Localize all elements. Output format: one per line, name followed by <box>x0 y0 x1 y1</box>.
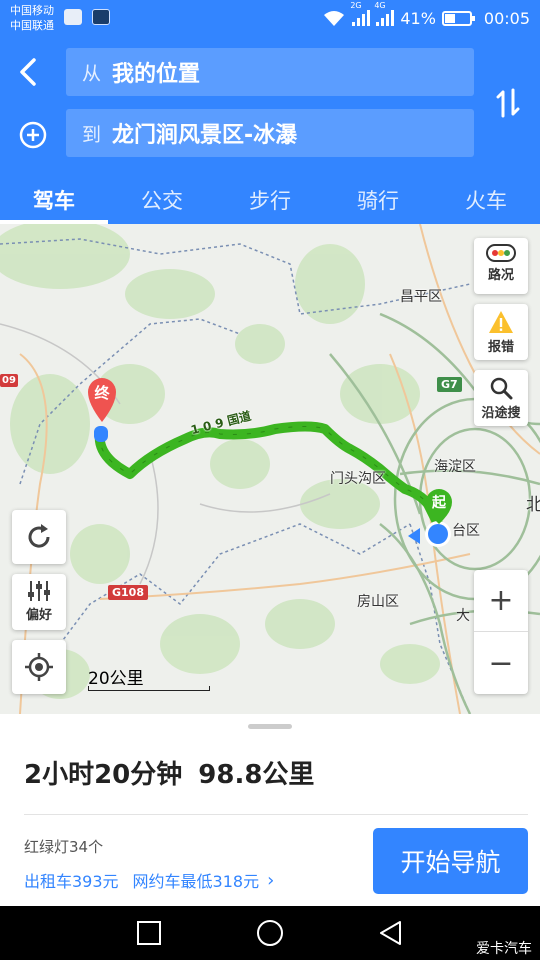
destination-field[interactable]: 到 龙门涧风景区-冰瀑 <box>66 109 474 157</box>
label-daxing: 大 <box>456 608 470 624</box>
battery-percent: 41% <box>400 8 436 28</box>
start-marker-label: 起 <box>432 495 446 511</box>
search-along-button[interactable]: 沿途搜 <box>474 370 528 426</box>
route-duration: 2小时20分钟 <box>24 760 183 790</box>
label-haidian: 海淀区 <box>434 459 476 475</box>
status-icons: 2G 4G 41% 00:05 <box>322 0 530 36</box>
report-label: 报错 <box>487 340 514 355</box>
route-preference-button[interactable]: 偏好 <box>12 574 66 630</box>
destination-prefix: 到 <box>82 123 102 146</box>
clock: 00:05 <box>483 8 530 28</box>
road-badge-g108: G108 <box>108 585 148 600</box>
sliders-icon <box>28 581 50 601</box>
back-icon[interactable] <box>378 920 404 948</box>
fare-info[interactable]: 出租车393元 网约车最低318元 › <box>24 868 274 892</box>
swap-icon[interactable] <box>496 86 520 120</box>
back-arrow-icon[interactable] <box>14 54 44 90</box>
warning-icon <box>489 311 513 333</box>
carrier-info: 中国移动 中国联通 <box>10 3 54 33</box>
tab-transit[interactable]: 公交 <box>108 182 216 224</box>
add-waypoint-icon[interactable] <box>16 118 50 152</box>
recent-apps-icon[interactable] <box>136 920 162 946</box>
network-type-label: 2G <box>350 1 362 10</box>
label-mentougou: 门头沟区 <box>330 471 386 487</box>
zoom-controls: + − <box>474 570 528 694</box>
zoom-in-button[interactable]: + <box>474 570 528 632</box>
notification-app-icon-2 <box>92 9 110 25</box>
route-summary-panel: 2小时20分钟 98.8公里 红绿灯34个 出租车393元 网约车最低318元 ›… <box>0 714 540 906</box>
divider <box>24 814 528 815</box>
traffic-button[interactable]: 路况 <box>474 238 528 294</box>
search-along-label: 沿途搜 <box>481 406 521 421</box>
locate-icon <box>25 653 53 681</box>
label-fangshan: 房山区 <box>357 594 399 610</box>
carrier-1: 中国移动 <box>10 4 54 17</box>
watermark-text: 爱卡汽车 <box>476 941 532 957</box>
tab-walk[interactable]: 步行 <box>216 182 324 224</box>
tab-train[interactable]: 火车 <box>432 182 540 224</box>
label-beijing: 北 <box>526 495 540 515</box>
route-map[interactable]: 昌平区 海淀区 门头沟区 台区 房山区 北 大 1 0 9 国道 G7 G108… <box>0 224 540 714</box>
route-distance: 98.8公里 <box>198 760 315 790</box>
notification-app-icon <box>64 9 82 25</box>
signal-icon-2: 4G <box>374 1 395 26</box>
chevron-right-icon: › <box>267 869 275 891</box>
end-marker[interactable]: 终 <box>84 374 120 424</box>
status-bar: 中国移动 中国联通 2G 4G 41% 00:05 <box>0 0 540 36</box>
home-icon[interactable] <box>256 920 284 948</box>
start-navigation-button[interactable]: 开始导航 <box>373 828 528 894</box>
search-icon <box>490 377 513 400</box>
tab-cycle[interactable]: 骑行 <box>324 182 432 224</box>
wifi-icon <box>324 11 345 26</box>
refresh-icon <box>28 524 50 548</box>
route-summary: 2小时20分钟 98.8公里 <box>24 754 314 791</box>
origin-value: 我的位置 <box>112 62 201 87</box>
transport-tabs: 驾车 公交 步行 骑行 火车 <box>0 182 540 224</box>
traffic-light-icon <box>486 244 516 262</box>
preference-label: 偏好 <box>25 608 52 623</box>
origin-field[interactable]: 从 我的位置 <box>66 48 474 96</box>
traffic-label: 路况 <box>487 268 514 283</box>
origin-prefix: 从 <box>82 62 102 85</box>
network-type-label-2: 4G <box>374 1 386 10</box>
route-header: 从 我的位置 到 龙门涧风景区-冰瀑 驾车 公交 步行 骑行 火车 <box>0 36 540 224</box>
destination-value: 龙门涧风景区-冰瀑 <box>112 123 298 148</box>
tab-drive[interactable]: 驾车 <box>0 182 108 224</box>
taxi-fare: 出租车393元 <box>24 872 119 891</box>
battery-icon <box>441 10 475 26</box>
zoom-out-button[interactable]: − <box>474 632 528 694</box>
end-marker-label: 终 <box>94 384 110 402</box>
locate-button[interactable] <box>12 640 66 694</box>
ride-hailing-fare: 网约车最低318元 <box>132 872 260 891</box>
drag-handle[interactable] <box>248 724 292 729</box>
label-fengtai: 台区 <box>452 523 480 539</box>
refresh-route-button[interactable] <box>12 510 66 564</box>
carrier-2: 中国联通 <box>10 19 54 32</box>
road-badge-edge: 09 <box>0 374 18 387</box>
label-changping: 昌平区 <box>400 289 442 305</box>
report-error-button[interactable]: 报错 <box>474 304 528 360</box>
signal-icon: 2G <box>350 1 371 26</box>
system-nav-bar: 爱卡汽车 <box>0 906 540 960</box>
scale-bar <box>88 686 210 691</box>
start-marker[interactable]: 起 <box>422 486 456 526</box>
road-badge-g7: G7 <box>437 377 462 392</box>
traffic-lights-count: 红绿灯34个 <box>24 838 104 856</box>
